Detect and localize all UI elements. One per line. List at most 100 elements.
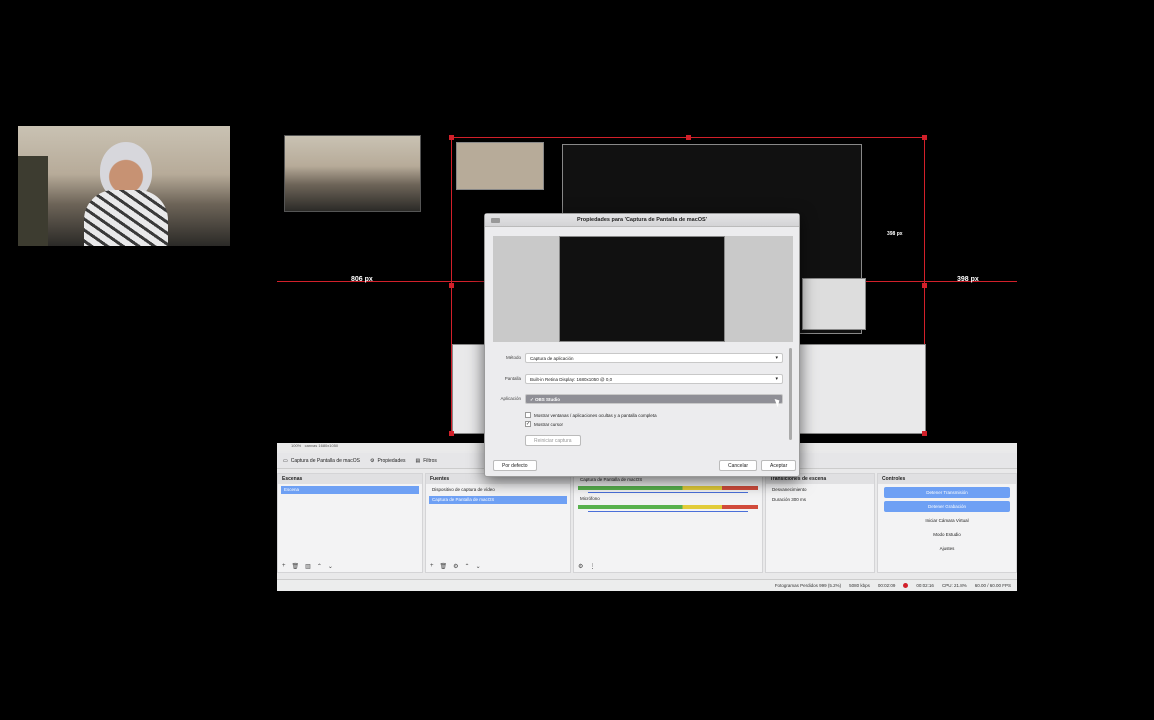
defaults-button[interactable]: Por defecto: [493, 460, 537, 471]
chevron-down-icon: ▾: [775, 376, 778, 382]
transition-select[interactable]: Desvanecimiento: [769, 486, 871, 494]
status-bar: Fotogramas Perdidos 999 (5.2%) 5080 kbps…: [277, 579, 1017, 591]
background-plant: [18, 156, 48, 246]
add-icon[interactable]: +: [282, 563, 286, 570]
window-controls-icon[interactable]: [491, 218, 500, 223]
monitor-icon: ▭: [283, 457, 288, 464]
bitrate: 5080 kbps: [849, 583, 870, 588]
dialog-scrollbar[interactable]: [789, 348, 792, 440]
duration-value[interactable]: 300 ms: [791, 497, 806, 502]
controls-dock: Controles Detener Transmisión Detener Gr…: [877, 473, 1017, 573]
right-distance-label: 398 px: [957, 276, 979, 283]
resize-handle[interactable]: [449, 283, 454, 288]
up-icon[interactable]: ⌃: [317, 563, 322, 570]
trash-icon[interactable]: 🗑: [292, 563, 300, 570]
capture-preview: [559, 236, 725, 342]
person-figure: [84, 136, 168, 246]
recording-time: 00:02:16: [916, 583, 934, 588]
stream-time: 00:02:09: [877, 583, 896, 588]
stop-recording-button[interactable]: Detener Grabación: [884, 501, 1010, 512]
checkbox-icon[interactable]: [525, 412, 531, 418]
scene-item[interactable]: Escena: [281, 486, 419, 494]
screen-label: Pantalla: [504, 376, 521, 381]
restart-capture-button[interactable]: Reiniciar captura: [525, 435, 581, 446]
filters-button[interactable]: ▤ Filtros: [416, 458, 437, 464]
source-item[interactable]: Dispositivo de captura de vídeo: [429, 486, 567, 494]
mixer-footer: ⚙ ⋮: [578, 563, 595, 570]
method-label: Método: [505, 355, 521, 360]
mixer-channel-name: Captura de Pantalla de macOS: [580, 477, 643, 482]
studio-mode-button[interactable]: Modo Estudio: [884, 529, 1010, 540]
nested-webcam: [456, 142, 544, 190]
show-hidden-checkbox[interactable]: Mostrar ventanas / aplicaciones ocultas …: [525, 412, 657, 418]
audio-meter: [578, 505, 758, 509]
resize-handle[interactable]: [686, 135, 691, 140]
properties-label: Propiedades: [377, 457, 406, 464]
resize-handle[interactable]: [922, 283, 927, 288]
down-icon[interactable]: ⌄: [328, 563, 333, 570]
app-label: Aplicación: [500, 396, 521, 401]
screen-row: Pantalla Built-in Retina Display: 1680x1…: [485, 372, 801, 386]
duration-label: Duración: [772, 497, 791, 502]
audio-mixer-dock: Captura de Pantalla de macOS Micrófono ⚙…: [573, 473, 763, 573]
volume-slider[interactable]: [588, 492, 748, 493]
accept-button[interactable]: Aceptar: [761, 460, 797, 471]
settings-button[interactable]: Ajustes: [884, 543, 1010, 554]
sources-footer: + 🗑 ⚙ ⌃ ⌄: [430, 563, 481, 570]
method-select[interactable]: Captura de aplicación ▾: [525, 353, 783, 363]
scenes-title: Escenas: [278, 474, 422, 484]
screen-select[interactable]: Built-in Retina Display: 1680x1050 @ 0,0…: [525, 374, 783, 384]
add-icon[interactable]: +: [430, 563, 434, 570]
record-icon: [903, 583, 909, 588]
sources-dock: Fuentes Dispositivo de captura de vídeo …: [425, 473, 571, 573]
docks-area: Escenas Escena + 🗑 ▥ ⌃ ⌄ Fuentes Disposi…: [277, 473, 1017, 573]
left-distance-label: 806 px: [351, 276, 373, 283]
screen-value: Built-in Retina Display: 1680x1050 @ 0,0: [530, 377, 613, 382]
duration-field[interactable]: Duración 300 ms: [769, 496, 871, 504]
dropped-frames: Fotogramas Perdidos 999 (5.2%): [774, 583, 842, 588]
down-icon[interactable]: ⌄: [476, 563, 481, 570]
dialog-preview: [493, 236, 793, 342]
filter-icon[interactable]: ▥: [305, 563, 311, 570]
resize-handle[interactable]: [449, 431, 454, 436]
stop-stream-button[interactable]: Detener Transmisión: [884, 487, 1010, 498]
app-value: ✓ OBS Studio: [530, 397, 561, 402]
show-cursor-checkbox[interactable]: ✓ Mostrar cursor: [525, 421, 563, 427]
scenes-dock: Escenas Escena + 🗑 ▥ ⌃ ⌄: [277, 473, 423, 573]
up-icon[interactable]: ⌃: [465, 563, 470, 570]
trash-icon[interactable]: 🗑: [440, 563, 448, 570]
source-name-label: Captura de Pantalla de macOS: [290, 457, 360, 464]
properties-button[interactable]: ⚙ Propiedades: [370, 458, 406, 464]
source-item[interactable]: Captura de Pantalla de macOS: [429, 496, 567, 504]
method-row: Método Captura de aplicación ▾: [485, 351, 801, 365]
dialog-title: Propiedades para 'Captura de Pantalla de…: [576, 217, 708, 223]
zoom-level[interactable]: 100%: [291, 443, 301, 448]
resize-handle[interactable]: [922, 431, 927, 436]
dialog-titlebar[interactable]: Propiedades para 'Captura de Pantalla de…: [485, 214, 799, 227]
gear-icon: ⚙: [369, 457, 375, 464]
controls-title: Controles: [878, 474, 1016, 484]
gear-icon[interactable]: ⚙: [578, 563, 583, 570]
fps: 60.00 / 60.00 FPS: [974, 583, 1011, 588]
volume-slider[interactable]: [588, 511, 748, 512]
app-row: Aplicación ✓ OBS Studio: [485, 392, 801, 406]
person-body: [84, 190, 168, 246]
app-select[interactable]: ✓ OBS Studio: [525, 394, 783, 404]
preview-webcam-source[interactable]: [284, 135, 421, 212]
show-cursor-label: Mostrar cursor: [534, 421, 564, 427]
transitions-dock: Transiciones de escena Desvanecimiento D…: [765, 473, 875, 573]
method-value: Captura de aplicación: [530, 356, 574, 361]
cancel-button[interactable]: Cancelar: [719, 460, 758, 471]
more-icon[interactable]: ⋮: [589, 563, 595, 570]
show-hidden-label: Mostrar ventanas / aplicaciones ocultas …: [534, 412, 657, 418]
gear-icon[interactable]: ⚙: [453, 563, 458, 570]
resize-handle[interactable]: [449, 135, 454, 140]
resize-handle[interactable]: [922, 135, 927, 140]
virtual-camera-button[interactable]: Iniciar Cámara Virtual: [884, 515, 1010, 526]
cpu-usage: CPU: 21.8%: [941, 583, 967, 588]
scenes-footer: + 🗑 ▥ ⌃ ⌄: [282, 563, 333, 570]
filter-icon: ▤: [415, 457, 421, 464]
properties-dialog: Propiedades para 'Captura de Pantalla de…: [484, 213, 800, 477]
chevron-down-icon: ▾: [775, 355, 778, 361]
checkmark-icon[interactable]: ✓: [525, 421, 531, 427]
